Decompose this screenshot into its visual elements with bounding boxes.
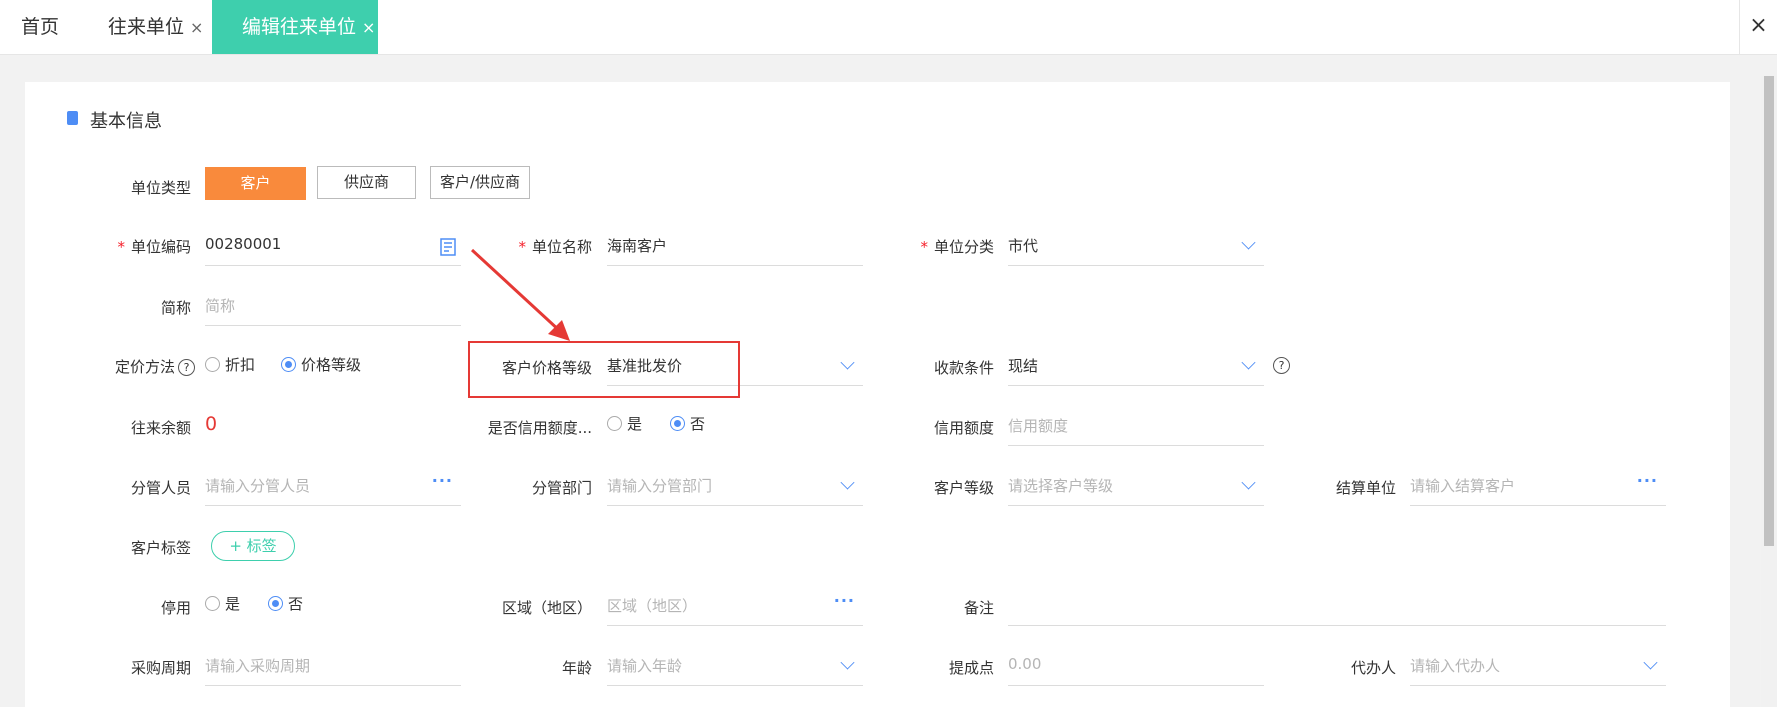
credit-enabled-no-radio[interactable]: 否 bbox=[670, 413, 705, 434]
more-icon[interactable]: ··· bbox=[1637, 471, 1658, 490]
radio-checked-icon bbox=[268, 596, 283, 611]
chevron-down-icon bbox=[1241, 355, 1256, 370]
credit-enabled-no-label: 否 bbox=[690, 415, 706, 433]
balance-label: 往来余额 bbox=[130, 419, 191, 437]
department-label: 分管部门 bbox=[531, 479, 592, 497]
disabled-yes-label: 是 bbox=[225, 595, 241, 613]
commission-label: 提成点 bbox=[948, 659, 994, 677]
purchase-cycle-placeholder: 请输入采购周期 bbox=[205, 657, 311, 675]
commission-placeholder: 0.00 bbox=[1008, 655, 1042, 673]
help-icon[interactable]: ? bbox=[1273, 357, 1290, 374]
chevron-down-icon bbox=[840, 475, 855, 490]
credit-enabled-yes-label: 是 bbox=[627, 415, 643, 433]
customer-tags-label: 客户标签 bbox=[130, 539, 191, 557]
manager-placeholder: 请输入分管人员 bbox=[205, 477, 311, 495]
age-select[interactable]: 请输入年龄 bbox=[607, 649, 863, 686]
radio-checked-icon bbox=[670, 416, 685, 431]
payment-terms-label: 收款条件 bbox=[933, 359, 994, 377]
region-label: 区域（地区） bbox=[501, 599, 592, 617]
credit-limit-field[interactable]: 信用额度 bbox=[1008, 409, 1264, 446]
region-placeholder: 区域（地区） bbox=[607, 597, 698, 615]
agent-placeholder: 请输入代办人 bbox=[1410, 657, 1501, 675]
agent-select[interactable]: 请输入代办人 bbox=[1410, 649, 1666, 686]
disabled-label: 停用 bbox=[160, 599, 191, 617]
settlement-unit-field[interactable]: 请输入结算客户 ··· bbox=[1410, 469, 1666, 506]
age-placeholder: 请输入年龄 bbox=[607, 657, 683, 675]
agent-label: 代办人 bbox=[1350, 659, 1396, 677]
payment-terms-value: 现结 bbox=[1008, 357, 1039, 375]
remark-field[interactable] bbox=[1008, 589, 1666, 626]
disabled-yes-radio[interactable]: 是 bbox=[205, 593, 240, 614]
purchase-cycle-label: 采购周期 bbox=[130, 659, 191, 677]
remark-label: 备注 bbox=[963, 599, 994, 617]
more-icon[interactable]: ··· bbox=[432, 471, 453, 490]
purchase-cycle-field[interactable]: 请输入采购周期 bbox=[205, 649, 461, 686]
settlement-unit-label: 结算单位 bbox=[1335, 479, 1396, 497]
chevron-down-icon bbox=[840, 655, 855, 670]
department-select[interactable]: 请输入分管部门 bbox=[607, 469, 863, 506]
radio-icon bbox=[607, 416, 622, 431]
settlement-unit-placeholder: 请输入结算客户 bbox=[1410, 477, 1516, 495]
age-label: 年龄 bbox=[561, 659, 592, 677]
chevron-down-icon bbox=[1643, 655, 1658, 670]
region-field[interactable]: 区域（地区） ··· bbox=[607, 589, 863, 626]
credit-limit-placeholder: 信用额度 bbox=[1008, 417, 1069, 435]
disabled-no-label: 否 bbox=[288, 595, 304, 613]
disabled-no-radio[interactable]: 否 bbox=[268, 593, 303, 614]
more-icon[interactable]: ··· bbox=[834, 591, 855, 610]
payment-terms-select[interactable]: 现结 bbox=[1008, 349, 1264, 386]
credit-enabled-yes-radio[interactable]: 是 bbox=[607, 413, 642, 434]
manager-label: 分管人员 bbox=[130, 479, 191, 497]
manager-field[interactable]: 请输入分管人员 ··· bbox=[205, 469, 461, 506]
credit-enabled-label: 是否信用额度... bbox=[487, 419, 592, 437]
customer-level-label: 客户等级 bbox=[933, 479, 994, 497]
commission-field[interactable]: 0.00 bbox=[1008, 649, 1264, 686]
department-placeholder: 请输入分管部门 bbox=[607, 477, 713, 495]
balance-value: 0 bbox=[205, 413, 218, 435]
chevron-down-icon bbox=[1241, 475, 1256, 490]
customer-level-select[interactable]: 请选择客户等级 bbox=[1008, 469, 1264, 506]
add-tag-button[interactable]: + 标签 bbox=[211, 531, 295, 561]
credit-limit-label: 信用额度 bbox=[933, 419, 994, 437]
customer-level-placeholder: 请选择客户等级 bbox=[1008, 477, 1114, 495]
radio-icon bbox=[205, 596, 220, 611]
